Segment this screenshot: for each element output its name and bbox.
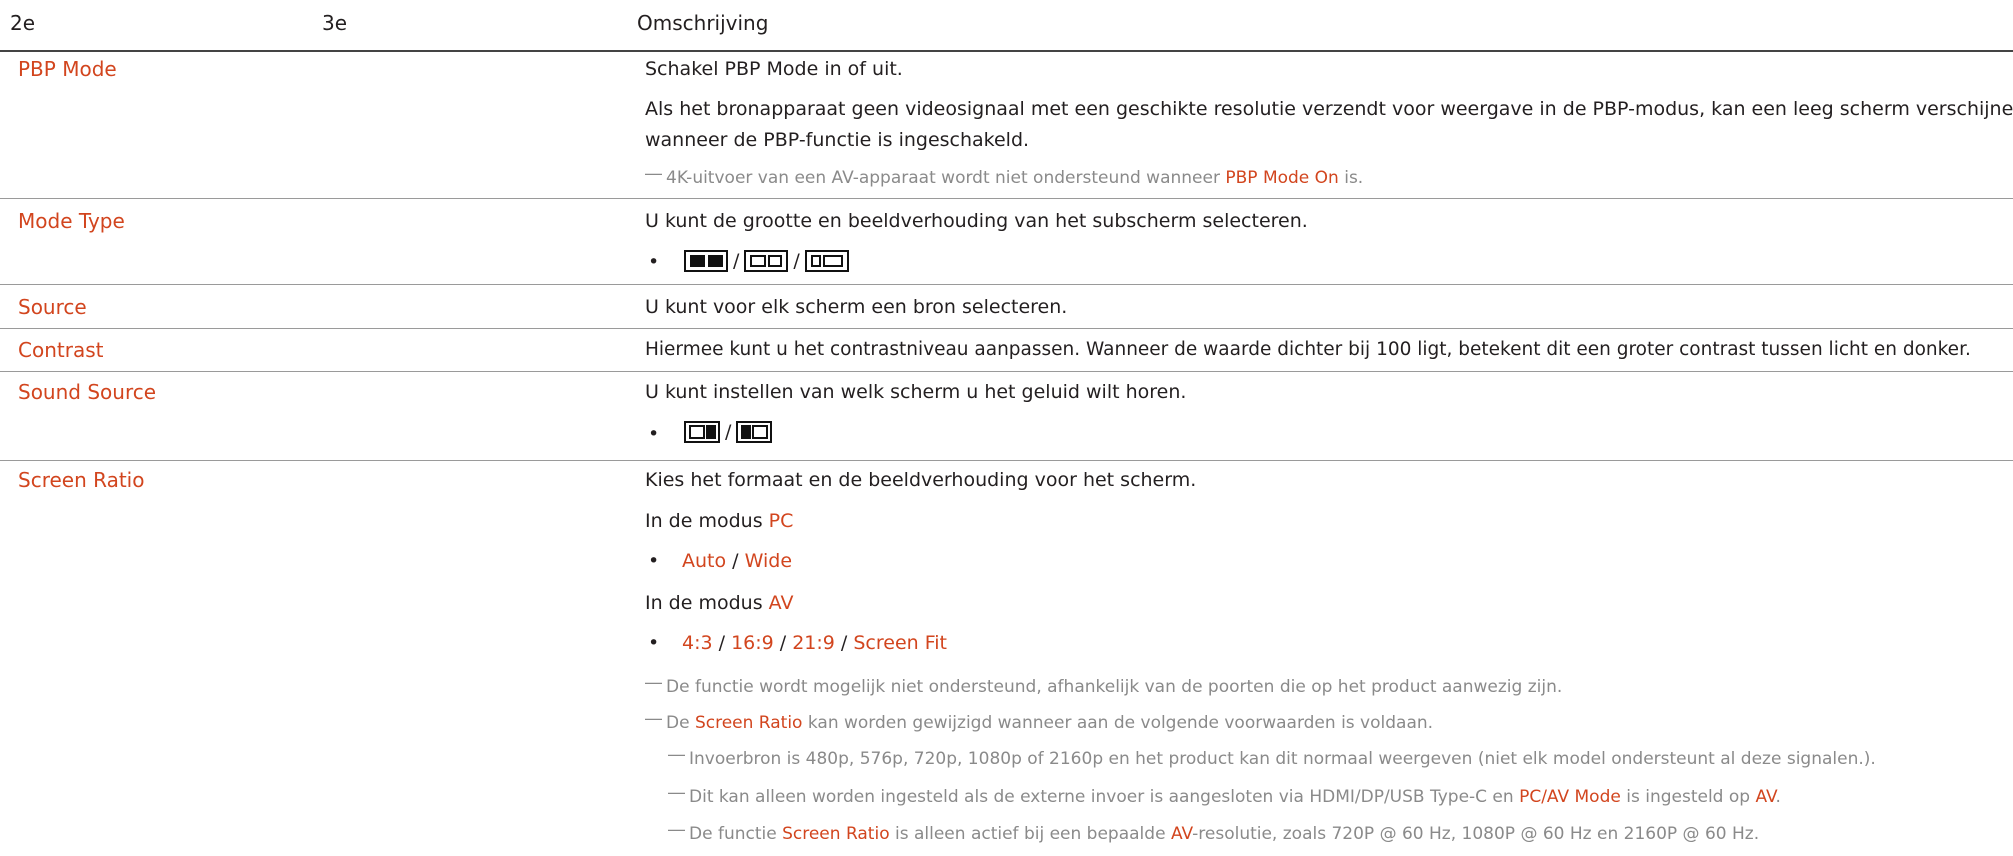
header-col-3e: 3e — [322, 11, 348, 35]
separator: / — [725, 421, 732, 443]
sound-source-icons: / — [684, 421, 773, 443]
row-title-screen-ratio: Screen Ratio — [18, 468, 145, 492]
bullet: • — [648, 251, 660, 273]
note-dash: ― — [668, 745, 685, 765]
separator: / — [726, 550, 745, 572]
pbp-mode-desc-1: Schakel PBP Mode in of uit. — [645, 58, 903, 80]
note-text: . — [1775, 787, 1781, 807]
option-auto: Auto — [682, 550, 727, 572]
note-text: De — [666, 713, 695, 733]
note-highlight: AV — [1170, 824, 1193, 844]
pbp-split-left-small-icon — [804, 250, 849, 272]
separator: / — [773, 632, 793, 654]
note-highlight: Screen Ratio — [782, 824, 890, 844]
header-col-2e: 2e — [10, 11, 36, 35]
row-divider — [0, 371, 2013, 372]
row-title-mode-type: Mode Type — [18, 209, 125, 233]
option-21-9: 21:9 — [792, 632, 835, 654]
bullet: • — [648, 632, 660, 654]
mode-highlight-av: AV — [768, 592, 794, 614]
mode-label: In de modus — [645, 592, 769, 614]
pc-options: Auto / Wide — [682, 549, 792, 573]
note-dash: ― — [645, 709, 662, 729]
option-wide: Wide — [744, 550, 793, 572]
row-title-source: Source — [18, 295, 87, 319]
source-desc: U kunt voor elk scherm een bron selecter… — [645, 296, 1068, 318]
screen-ratio-subnote-1: ― Invoerbron is 480p, 576p, 720p, 1080p o… — [668, 745, 1876, 770]
note-dash: ― — [645, 164, 662, 184]
header-col-description: Omschrijving — [637, 11, 769, 35]
bullet: • — [648, 423, 660, 445]
settings-table: 2e 3e Omschrijving PBP Mode Schakel PBP … — [0, 0, 2013, 856]
option-screen-fit: Screen Fit — [853, 632, 948, 654]
pbp-mode-note: ― 4K-uitvoer van een AV-apparaat wordt ni… — [645, 164, 1364, 189]
row-title-pbp-mode: PBP Mode — [18, 57, 117, 81]
note-dash: ― — [668, 783, 685, 803]
note-dash: ― — [668, 820, 685, 840]
bullet: • — [648, 550, 660, 572]
pbp-mode-desc-3: wanneer de PBP-functie is ingeschakeld. — [645, 129, 1030, 151]
note-highlight: Screen Ratio — [694, 713, 803, 733]
sound-left-screen-icon — [736, 421, 773, 443]
row-divider — [0, 198, 2013, 199]
note-text: Dit kan alleen worden ingesteld als de e… — [689, 787, 1520, 807]
note-text: kan worden gewijzigd wanneer aan de volg… — [802, 713, 1434, 733]
note-text: De functie — [689, 824, 783, 844]
note-text: Invoerbron is 480p, 576p, 720p, 1080p of… — [689, 749, 1876, 769]
sound-source-desc: U kunt instellen van welk scherm u het g… — [645, 381, 1187, 403]
note-dash: ― — [645, 673, 662, 693]
separator: / — [834, 632, 854, 654]
note-text: De functie wordt mogelijk niet ondersteu… — [666, 677, 1563, 697]
screen-ratio-pc-mode: In de modus PC — [645, 509, 793, 533]
screen-ratio-av-mode: In de modus AV — [645, 591, 793, 615]
mode-label: In de modus — [645, 510, 769, 532]
row-divider — [0, 328, 2013, 329]
separator: / — [712, 632, 732, 654]
screen-ratio-note-1: ― De functie wordt mogelijk niet onderste… — [645, 673, 1563, 698]
option-16-9: 16:9 — [731, 632, 774, 654]
screen-ratio-desc: Kies het formaat en de beeldverhouding v… — [645, 469, 1197, 491]
mode-type-desc: U kunt de grootte en beeldverhouding van… — [645, 210, 1308, 232]
row-divider — [0, 460, 2013, 461]
pbp-mode-desc-2: Als het bronapparaat geen videosignaal m… — [645, 98, 2013, 120]
note-text: is. — [1338, 168, 1364, 188]
pbp-split-outline-icon — [744, 250, 789, 272]
note-text: is alleen actief bij een bepaalde — [889, 824, 1171, 844]
table-header: 2e 3e Omschrijving — [0, 0, 2013, 52]
option-4-3: 4:3 — [682, 632, 713, 654]
row-title-sound-source: Sound Source — [18, 380, 157, 404]
screen-ratio-subnote-3: ― De functie Screen Ratio is alleen actie… — [668, 820, 1760, 845]
contrast-desc: Hiermee kunt u het contrastniveau aanpas… — [645, 339, 1971, 360]
pbp-split-equal-icon — [684, 250, 728, 272]
note-text: 4K-uitvoer van een AV-apparaat wordt nie… — [666, 168, 1226, 188]
note-text: -resolutie, zoals 720P @ 60 Hz, 1080P @ … — [1192, 824, 1760, 844]
screen-ratio-note-2: ― De Screen Ratio kan worden gewijzigd wa… — [645, 709, 1434, 734]
row-title-contrast: Contrast — [18, 338, 104, 362]
separator: / — [733, 250, 740, 272]
mode-highlight-pc: PC — [768, 510, 794, 532]
note-highlight: AV — [1755, 787, 1776, 807]
av-options: 4:3 / 16:9 / 21:9 / Screen Fit — [682, 631, 947, 655]
screen-ratio-subnote-2: ― Dit kan alleen worden ingesteld als de … — [668, 783, 1781, 808]
note-text: is ingesteld op — [1620, 787, 1756, 807]
mode-type-icons: / / — [684, 250, 849, 272]
separator: / — [793, 250, 800, 272]
note-highlight: PC/AV Mode — [1519, 787, 1621, 807]
note-highlight: PBP Mode On — [1225, 168, 1339, 188]
sound-right-screen-icon — [684, 421, 720, 443]
row-divider — [0, 284, 2013, 285]
